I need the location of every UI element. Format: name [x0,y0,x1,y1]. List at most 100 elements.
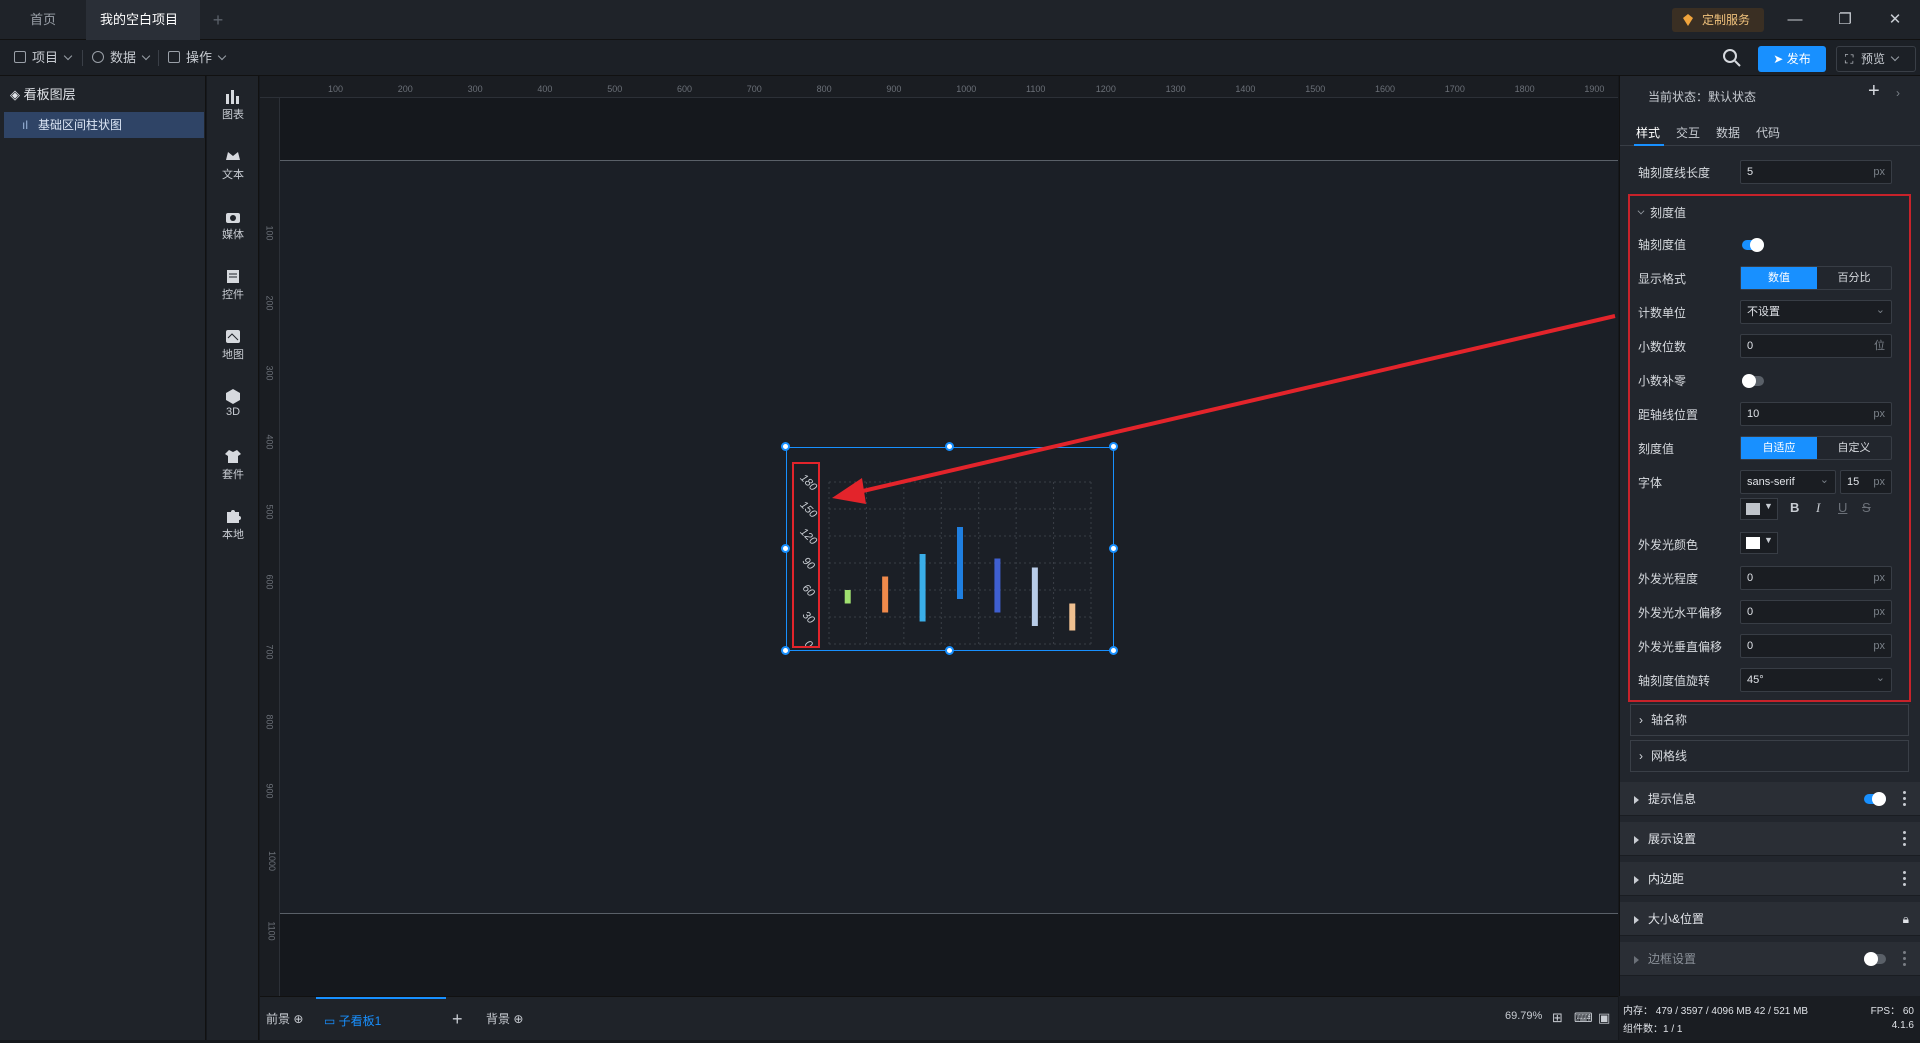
range-bar[interactable] [844,590,851,604]
resize-handle[interactable] [945,646,954,655]
tool-chart[interactable]: 图表 [207,88,259,122]
tick-auto[interactable]: 自适应 [1741,437,1817,459]
glow-v-input[interactable]: 0 px [1740,634,1892,658]
glow-degree-input[interactable]: 0 px [1740,566,1892,590]
preview-button[interactable]: ⛶ 预览 [1836,46,1916,72]
restore-button[interactable]: ❐ [1820,0,1870,40]
font-size-input[interactable]: 15 px [1840,470,1892,494]
add-board-button[interactable]: + [452,997,463,1041]
chevron-right-icon[interactable]: › [1896,86,1900,100]
format-percent[interactable]: 百分比 [1817,267,1891,289]
publish-button[interactable]: ➤ 发布 [1758,46,1826,72]
range-bar[interactable] [919,554,926,622]
group-tooltip[interactable]: 提示信息 [1620,782,1920,816]
distance-input[interactable]: 10 px [1740,402,1892,426]
glow-h-input[interactable]: 0 px [1740,600,1892,624]
ruler-tick-label: 400 [537,84,553,94]
fit-screen-icon[interactable]: ⊞ [1552,1010,1563,1026]
more-icon[interactable] [1903,871,1907,887]
ruler-tick-label: 1100 [266,921,277,941]
tick-values-switch[interactable]: 自适应 自定义 [1740,436,1892,460]
resize-handle[interactable] [1109,544,1118,553]
close-button[interactable]: ✕ [1870,0,1920,40]
tick-length-input[interactable]: 5 px [1740,160,1892,184]
tab-foreground[interactable]: 前景 ⊕ [266,997,303,1041]
axis-name-section[interactable]: › 轴名称 [1630,704,1909,736]
more-icon[interactable] [1903,831,1907,847]
search-icon[interactable] [1720,46,1744,70]
menu-project[interactable]: 项目 [14,40,73,76]
tool-map[interactable]: 地图 [207,328,259,362]
minimize-button[interactable]: — [1770,0,1820,40]
unit-label: px [1873,408,1885,420]
add-tab-button[interactable]: + [206,0,230,40]
zero-pad-toggle[interactable] [1742,374,1764,388]
tool-text[interactable]: 文本 [207,148,259,182]
grid-lines-section[interactable]: › 网格线 [1630,740,1909,772]
range-bar[interactable] [957,527,963,599]
menu-data[interactable]: 数据 [92,40,151,76]
publish-label: 发布 [1786,52,1811,66]
lock-icon[interactable]: 🔒︎ [1903,902,1909,936]
format-number[interactable]: 数值 [1741,267,1817,289]
tooltip-toggle[interactable] [1864,792,1886,806]
caret-down-icon: ▼ [1764,501,1773,511]
axis-tick-value-toggle[interactable] [1742,238,1764,252]
layer-item-label: 基础区间柱状图 [38,118,123,132]
bold-icon[interactable]: B [1790,500,1799,515]
range-bar[interactable] [994,558,1001,613]
tab-project[interactable]: 我的空白项目 [86,0,200,65]
glow-color-picker[interactable]: ▼ [1740,532,1778,554]
zoom-level[interactable]: 69.79% [1505,1010,1542,1022]
range-bar[interactable] [1031,567,1038,627]
tool-local[interactable]: 本地 [207,508,259,542]
tab-interaction[interactable]: 交互 [1676,124,1700,141]
decimals-input[interactable]: 0位 [1740,334,1892,358]
terminal-icon[interactable]: ▣ [1598,1010,1610,1026]
range-bar[interactable] [1069,603,1076,631]
tick-custom[interactable]: 自定义 [1817,437,1891,459]
tool-kit[interactable]: 套件 [207,448,259,482]
rotation-select[interactable]: 45° ⌄ [1740,668,1892,692]
layer-item[interactable]: ıl 基础区间柱状图 [4,112,204,138]
group-border[interactable]: 边框设置 [1620,942,1920,976]
resize-handle[interactable] [781,646,790,655]
tool-map-label: 地图 [222,349,244,361]
group-padding[interactable]: 内边距 [1620,862,1920,896]
resize-handle[interactable] [1109,646,1118,655]
font-family-select[interactable]: sans-serif ⌄ [1740,470,1836,494]
menu-operation[interactable]: 操作 [168,40,227,76]
keyboard-icon[interactable]: ⌨ [1574,1010,1593,1026]
tool-3d[interactable]: 3D [207,388,259,418]
group-display[interactable]: 展示设置 [1620,822,1920,856]
more-icon[interactable] [1903,791,1907,807]
tab-home[interactable]: 首页 [0,0,86,40]
tab-code[interactable]: 代码 [1756,124,1780,141]
display-format-switch[interactable]: 数值 百分比 [1740,266,1892,290]
tool-control[interactable]: 控件 [207,268,259,302]
more-icon[interactable] [1903,951,1907,967]
font-color-picker[interactable]: ▼ [1740,498,1778,520]
add-state-button[interactable]: + [1868,80,1880,103]
section-toggle[interactable]: 刻度值 [1637,204,1686,221]
resize-handle[interactable] [781,544,790,553]
tab-subboard-label: 子看板1 [338,1014,382,1028]
count-unit-label: 计数单位 [1638,306,1687,320]
border-toggle[interactable] [1864,952,1886,966]
tab-background[interactable]: 背景 ⊕ [486,997,523,1041]
tab-subboard[interactable]: ▭ 子看板1 [316,997,446,1041]
tab-style[interactable]: 样式 [1636,124,1660,141]
ruler-tick-label: 1000 [956,84,977,94]
count-unit-value: 不设置 [1747,306,1780,318]
custom-service-button[interactable]: 定制服务 [1672,8,1764,32]
decimals-unit: 位 [1874,340,1885,352]
strikethrough-icon[interactable]: S [1862,500,1871,515]
tab-data[interactable]: 数据 [1716,124,1740,141]
resize-handle[interactable] [781,442,790,451]
italic-icon[interactable]: I [1816,500,1820,516]
range-bar[interactable] [882,576,889,613]
underline-icon[interactable]: U [1838,500,1847,515]
tool-media[interactable]: 媒体 [207,208,259,242]
count-unit-select[interactable]: 不设置 ⌄ [1740,300,1892,324]
group-size-position[interactable]: 大小&位置 🔒︎ [1620,902,1920,936]
